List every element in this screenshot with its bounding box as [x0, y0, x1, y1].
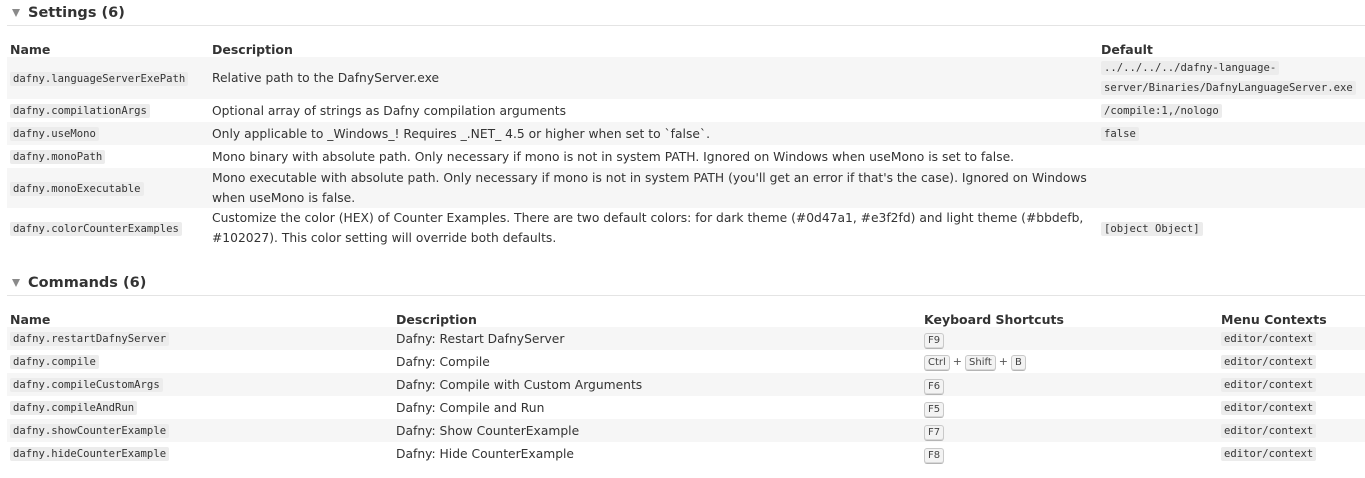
- command-name: dafny.showCounterExample: [10, 424, 170, 438]
- key: Shift: [965, 355, 996, 371]
- command-name: dafny.compileAndRun: [10, 401, 138, 415]
- table-row: dafny.useMono Only applicable to _Window…: [7, 122, 1365, 145]
- setting-name: dafny.compilationArgs: [10, 104, 150, 118]
- setting-default: [1098, 145, 1365, 168]
- key: F9: [924, 332, 945, 349]
- setting-default: /compile:1,/nologo: [1101, 104, 1222, 118]
- table-row: dafny.monoExecutable Mono executable wit…: [7, 168, 1365, 208]
- commands-col-shortcuts: Keyboard Shortcuts: [924, 312, 1064, 327]
- setting-name: dafny.useMono: [10, 127, 99, 141]
- keyboard-shortcut: F9: [921, 327, 1218, 350]
- table-row: dafny.restartDafnyServer Dafny: Restart …: [7, 327, 1365, 350]
- settings-col-description: Description: [212, 42, 293, 57]
- setting-name: dafny.monoPath: [10, 150, 106, 164]
- setting-default: [1098, 168, 1365, 208]
- key: B: [1010, 355, 1026, 371]
- commands-col-menus: Menu Contexts: [1221, 312, 1327, 327]
- command-description: Dafny: Compile with Custom Arguments: [393, 373, 921, 396]
- table-row: dafny.compilationArgs Optional array of …: [7, 99, 1365, 122]
- keyboard-shortcut: F5: [921, 396, 1218, 419]
- command-description: Dafny: Hide CounterExample: [396, 446, 574, 461]
- setting-description: Relative path to the DafnyServer.exe: [209, 57, 1098, 99]
- key: F6: [924, 378, 945, 395]
- command-description: Dafny: Show CounterExample: [393, 419, 921, 442]
- command-name: dafny.restartDafnyServer: [10, 332, 170, 346]
- keyboard-shortcut: F8: [921, 442, 1218, 465]
- setting-default: ../../../../dafny-language-: [1101, 61, 1280, 75]
- setting-default: [object Object]: [1101, 221, 1203, 236]
- commands-title: Commands (6): [28, 274, 147, 291]
- table-row: dafny.colorCounterExamples Customize the…: [7, 208, 1365, 248]
- setting-default: false: [1101, 127, 1139, 141]
- settings-col-default: Default: [1101, 42, 1153, 57]
- key: F7: [924, 424, 945, 441]
- chevron-down-icon[interactable]: [12, 8, 20, 17]
- settings-col-name: Name: [10, 42, 51, 57]
- menu-context: editor/context: [1221, 332, 1317, 346]
- menu-context: editor/context: [1221, 401, 1317, 415]
- settings-title: Settings (6): [28, 4, 125, 21]
- keyboard-shortcut: Ctrl + Shift + B: [921, 350, 1218, 373]
- setting-description: Mono executable with absolute path. Only…: [209, 168, 1098, 208]
- keyboard-shortcut: F7: [921, 419, 1218, 442]
- command-name: dafny.hideCounterExample: [10, 447, 170, 461]
- setting-default: server/Binaries/DafnyLanguageServer.exe: [1101, 81, 1356, 95]
- table-row: dafny.monoPath Mono binary with absolute…: [7, 145, 1365, 168]
- commands-col-description: Description: [396, 312, 477, 327]
- contributions-page: Settings (6) Name Description Default da…: [0, 0, 1365, 465]
- menu-context: editor/context: [1221, 424, 1317, 438]
- keyboard-shortcut: F6: [921, 373, 1218, 396]
- command-name: dafny.compileCustomArgs: [10, 378, 163, 392]
- table-row: dafny.showCounterExample Dafny: Show Cou…: [7, 419, 1365, 442]
- setting-description: Optional array of strings as Dafny compi…: [212, 103, 567, 118]
- command-description: Dafny: Restart DafnyServer: [393, 327, 921, 350]
- key: Ctrl: [924, 355, 950, 371]
- command-name: dafny.compile: [10, 355, 99, 369]
- commands-section-header[interactable]: Commands (6): [7, 270, 1365, 296]
- table-row: dafny.compileCustomArgs Dafny: Compile w…: [7, 373, 1365, 396]
- command-description: Dafny: Compile and Run: [396, 400, 545, 415]
- setting-description: Mono binary with absolute path. Only nec…: [212, 149, 1015, 164]
- chevron-down-icon[interactable]: [12, 278, 20, 287]
- menu-context: editor/context: [1221, 447, 1317, 461]
- setting-name: dafny.monoExecutable: [10, 181, 144, 196]
- settings-table: Name Description Default dafny.languageS…: [7, 37, 1365, 248]
- setting-name: dafny.colorCounterExamples: [10, 221, 182, 236]
- plus-separator: +: [952, 355, 963, 368]
- setting-name: dafny.languageServerExePath: [10, 71, 189, 86]
- key: F5: [924, 401, 945, 418]
- command-description: Dafny: Compile: [396, 354, 490, 369]
- setting-description: Customize the color (HEX) of Counter Exa…: [212, 211, 1084, 245]
- table-row: dafny.hideCounterExample Dafny: Hide Cou…: [7, 442, 1365, 465]
- key: F8: [924, 447, 945, 464]
- menu-context: editor/context: [1221, 355, 1317, 369]
- setting-description: Only applicable to _Windows_! Requires _…: [209, 122, 1098, 145]
- table-row: dafny.compile Dafny: Compile Ctrl + Shift +…: [7, 350, 1365, 373]
- menu-context: editor/context: [1221, 378, 1317, 392]
- settings-section-header[interactable]: Settings (6): [7, 0, 1365, 26]
- table-row: dafny.compileAndRun Dafny: Compile and R…: [7, 396, 1365, 419]
- plus-separator: +: [998, 355, 1008, 368]
- commands-table: Name Description Keyboard Shortcuts Menu…: [7, 307, 1365, 465]
- table-row: dafny.languageServerExePath Relative pat…: [7, 57, 1365, 99]
- commands-col-name: Name: [10, 312, 51, 327]
